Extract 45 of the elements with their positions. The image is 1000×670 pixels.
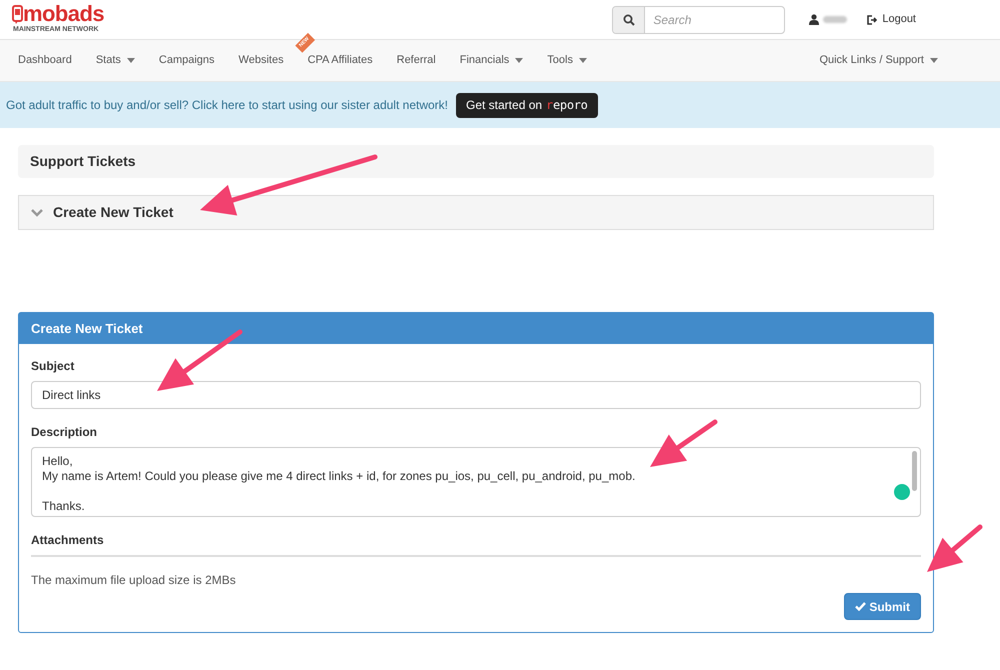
text-line: Thanks. <box>42 499 85 514</box>
panel-title: Support Tickets <box>30 152 136 171</box>
annotation-arrow <box>927 524 982 572</box>
scrollbar-thumb <box>912 451 917 491</box>
nav-link[interactable]: Websites <box>238 52 284 69</box>
checkmark-icon <box>855 602 866 611</box>
collapsible-header[interactable]: Create New Ticket <box>18 195 934 230</box>
text-line: My name is Artem! Could you please give me 4 direct links + id, for zones pu_ios, pu_cell, pu_android, pu_mob. <box>42 469 636 484</box>
form-title: Create New Ticket <box>31 320 143 338</box>
caret-icon <box>126 58 135 63</box>
subject-field[interactable]: Direct links <box>31 381 921 409</box>
nav-link[interactable]: Tools <box>547 52 587 69</box>
redacted-username <box>823 16 848 23</box>
caret-icon <box>578 58 587 63</box>
search-button[interactable] <box>613 6 646 32</box>
logo-text[interactable]: mobads <box>23 3 104 26</box>
get-started-button[interactable]: Get started on reporo <box>456 92 598 118</box>
annotation-arrow <box>650 420 718 467</box>
grammar-icon <box>894 484 910 500</box>
logout-icon <box>867 14 878 24</box>
search-bar[interactable]: Search <box>612 6 786 34</box>
submit-button[interactable]: Submit <box>844 593 921 620</box>
banner-text[interactable]: Got adult traffic to buy and/or sell? Click here to start using our sister adult network! <box>6 96 448 114</box>
nav-link[interactable]: CPA Affiliates <box>308 52 373 69</box>
field-label: Description <box>31 424 98 441</box>
nav-link[interactable]: Quick Links / Support <box>819 52 938 69</box>
nav-link[interactable]: Stats <box>96 52 135 69</box>
nav-link[interactable]: Referral <box>396 52 436 69</box>
nav-link[interactable]: Dashboard <box>18 52 72 69</box>
search-icon <box>622 14 635 26</box>
collapsible-title: Create New Ticket <box>53 203 174 222</box>
brand-logo: reporo <box>546 97 588 114</box>
caret-icon <box>515 58 524 63</box>
description-field[interactable]: Hello, My name is Artem! Could you please give me 4 direct links + id, for zones pu_ios, pu_cell, pu_android, pu_mob. Thanks. <box>31 447 921 517</box>
upload-note: The maximum file upload size is 2MBs <box>31 572 237 589</box>
phone-logo-icon <box>12 5 23 26</box>
field-label: Attachments <box>31 531 921 557</box>
text-line: Hello, <box>42 454 73 469</box>
caret-icon <box>930 58 938 63</box>
nav-link[interactable]: Campaigns <box>158 52 215 69</box>
search-field[interactable]: Search <box>645 6 784 32</box>
logout-link[interactable]: Logout <box>867 11 916 28</box>
user-icon <box>809 14 820 25</box>
nav-link[interactable]: Financials <box>460 52 524 69</box>
field-label: Subject <box>31 358 76 375</box>
